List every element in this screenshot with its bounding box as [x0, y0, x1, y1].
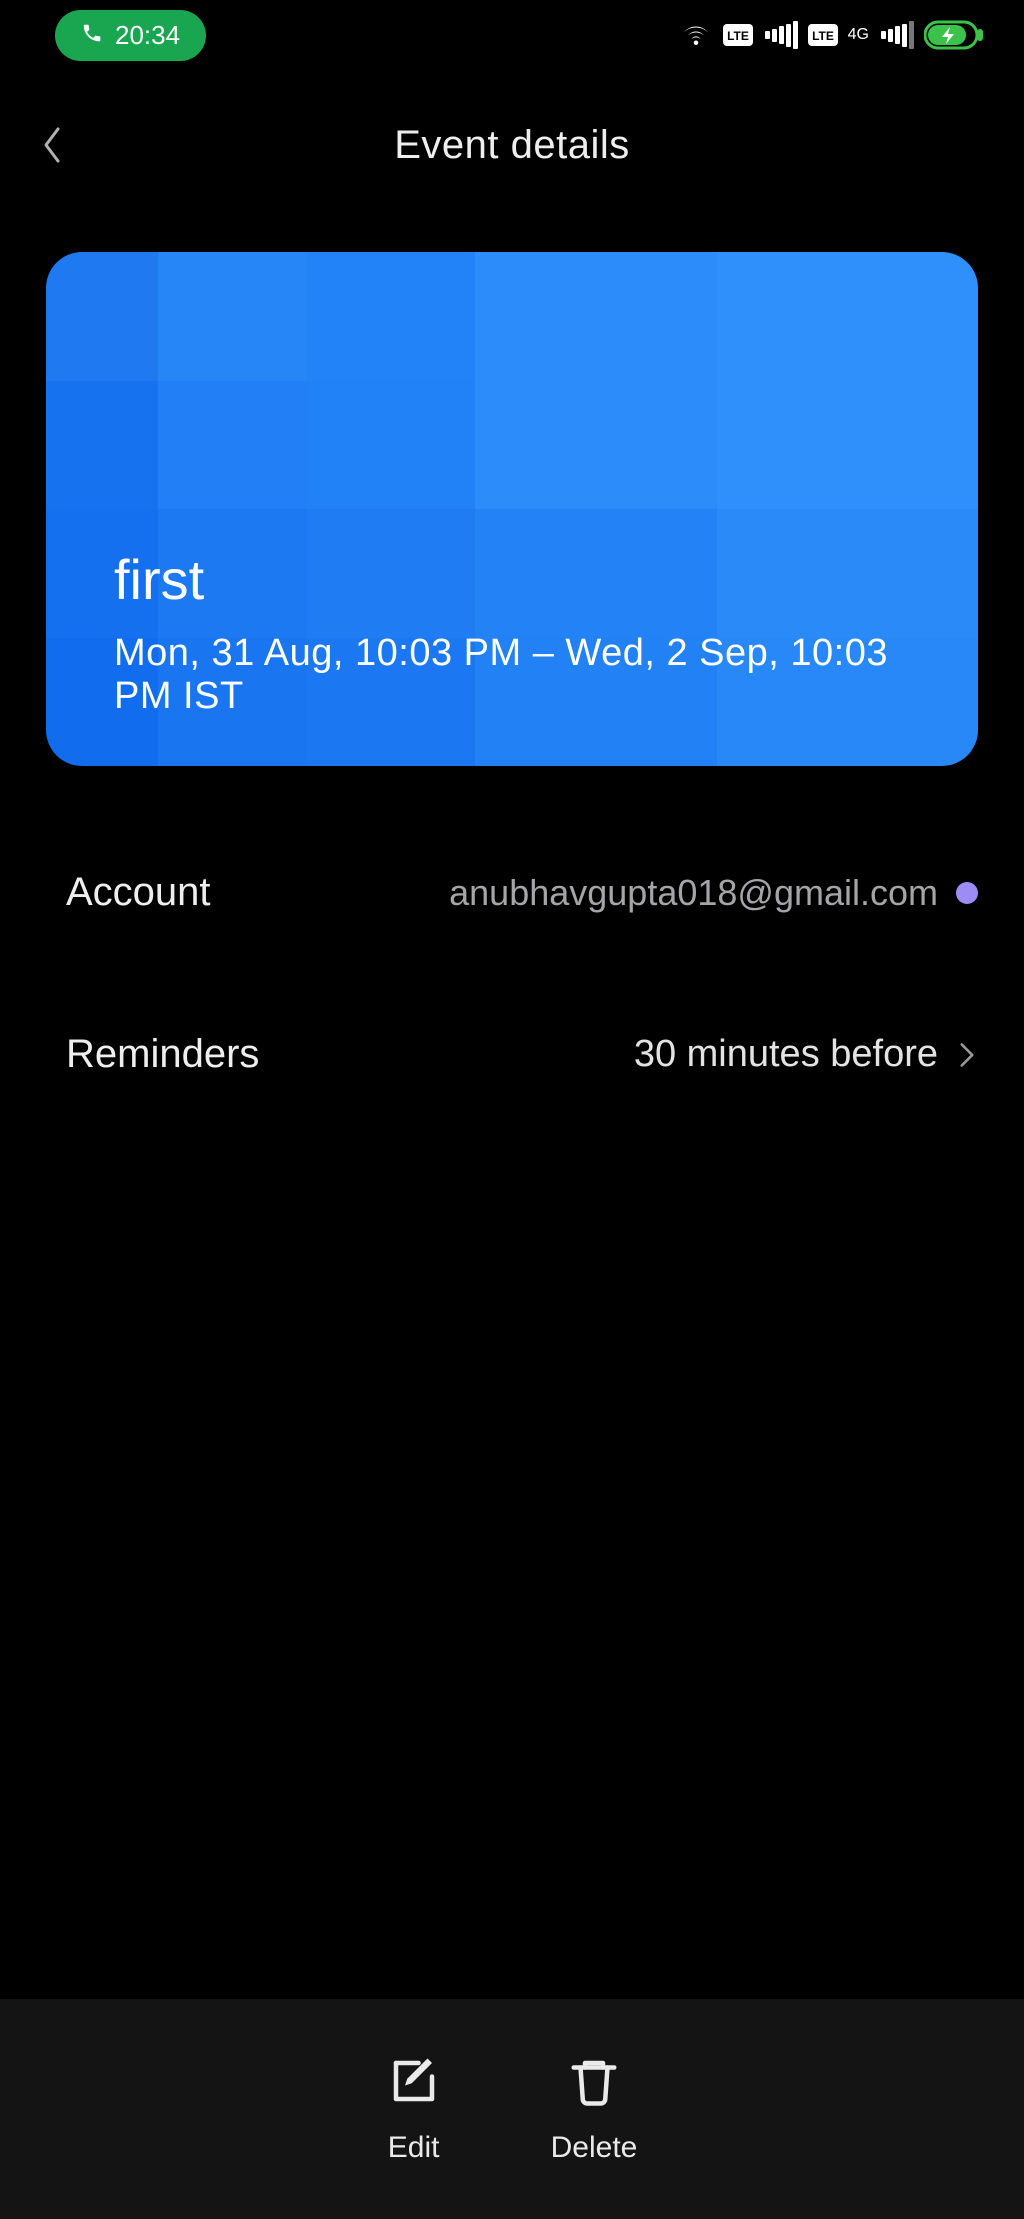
volte-icon-1: LTE [723, 20, 753, 50]
event-title: first [114, 547, 938, 612]
reminders-value: 30 minutes before [634, 1033, 978, 1076]
account-value: anubhavgupta018@gmail.com [449, 872, 978, 914]
back-button[interactable] [32, 125, 72, 165]
phone-icon [81, 20, 103, 51]
account-color-dot [956, 882, 978, 904]
trash-icon [567, 2054, 621, 2113]
status-right-icons: LTE LTE 4G [679, 20, 984, 50]
svg-text:LTE: LTE [812, 29, 834, 43]
network-4g-label: 4G [848, 20, 869, 50]
battery-charging-icon [924, 20, 984, 50]
chevron-right-icon [956, 1041, 978, 1069]
chevron-left-icon [40, 125, 64, 165]
signal-bars-icon-2 [879, 20, 914, 50]
page-title: Event details [394, 123, 630, 168]
header: Event details [0, 100, 1024, 190]
status-bar: 20:34 LTE LTE 4G [0, 0, 1024, 70]
delete-button[interactable]: Delete [551, 2054, 638, 2165]
volte-icon-2: LTE [808, 20, 838, 50]
signal-bars-icon-1 [763, 20, 798, 50]
status-time: 20:34 [115, 20, 180, 51]
delete-label: Delete [551, 2131, 638, 2165]
reminders-row[interactable]: Reminders 30 minutes before [66, 1032, 978, 1077]
bottom-toolbar: Edit Delete [0, 1999, 1024, 2219]
reminders-text: 30 minutes before [634, 1033, 938, 1076]
edit-label: Edit [388, 2131, 440, 2165]
reminders-label: Reminders [66, 1032, 259, 1077]
event-card[interactable]: first Mon, 31 Aug, 10:03 PM – Wed, 2 Sep… [46, 252, 978, 766]
account-row[interactable]: Account anubhavgupta018@gmail.com [66, 870, 978, 915]
account-label: Account [66, 870, 211, 915]
ongoing-call-pill[interactable]: 20:34 [55, 10, 206, 61]
svg-text:LTE: LTE [727, 29, 749, 43]
account-email: anubhavgupta018@gmail.com [449, 872, 938, 914]
wifi-icon [679, 20, 713, 50]
edit-icon [387, 2054, 441, 2113]
event-time-range: Mon, 31 Aug, 10:03 PM – Wed, 2 Sep, 10:0… [114, 632, 938, 718]
edit-button[interactable]: Edit [387, 2054, 441, 2165]
